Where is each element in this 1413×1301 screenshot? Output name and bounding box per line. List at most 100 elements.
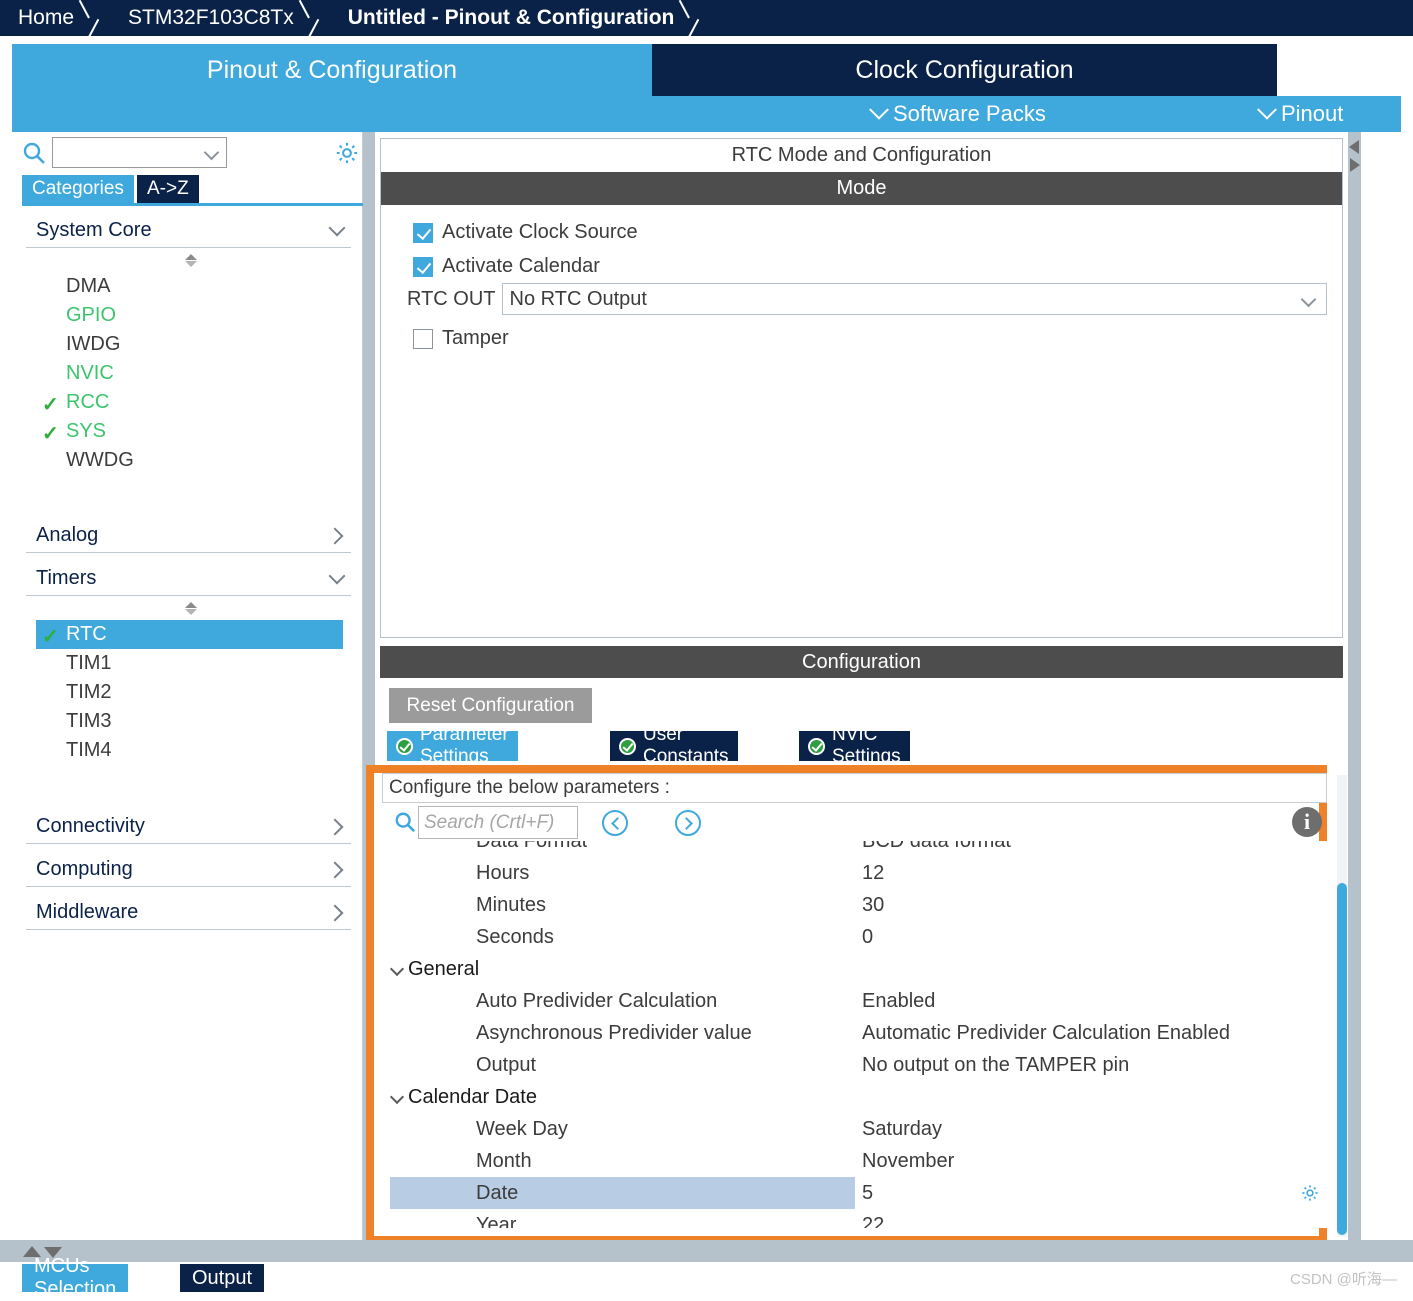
sidebar-tab-underline — [22, 203, 363, 206]
next-match-button[interactable] — [675, 810, 701, 836]
sidebar-group-system-core-label: System Core — [36, 219, 152, 241]
tab-pinout-configuration[interactable]: Pinout & Configuration — [12, 44, 652, 96]
tab-mcus-selection[interactable]: MCUs Selection — [22, 1255, 129, 1300]
sidebar-item-dma-label: DMA — [66, 275, 111, 297]
tab-output[interactable]: Output — [180, 1264, 265, 1292]
splitter-collapse-arrows[interactable] — [1348, 138, 1361, 186]
param-value: November — [862, 1149, 955, 1172]
param-value: Automatic Predivider Calculation Enabled — [862, 1021, 1230, 1044]
sidebar-item-tim3-label: TIM3 — [66, 710, 112, 732]
parameter-settings-highlight-box: Configure the below parameters : Search … — [366, 765, 1327, 1244]
parameter-scrollbar-thumb[interactable] — [1337, 883, 1347, 1235]
sidebar-group-timers[interactable]: Timers — [26, 562, 351, 596]
table-row[interactable]: Auto Predivider Calculation Enabled — [382, 985, 1327, 1017]
checkbox-activate-calendar[interactable]: Activate Calendar — [413, 255, 600, 278]
bottom-splitter-strip — [0, 1240, 1413, 1262]
table-row[interactable]: Asynchronous Predivider value Automatic … — [382, 1017, 1327, 1049]
sidebar-item-gpio[interactable]: GPIO — [36, 301, 343, 330]
parameter-search-input[interactable]: Search (Crtl+F) — [418, 806, 578, 839]
tab-parameter-settings[interactable]: Parameter Settings — [387, 724, 518, 767]
rtc-out-row: RTC OUT No RTC Output — [407, 283, 1327, 315]
checkbox-tamper[interactable]: Tamper — [413, 327, 509, 350]
param-value: Enabled — [862, 989, 936, 1012]
checkbox-activate-clock-source-label: Activate Clock Source — [442, 221, 638, 243]
tab-user-constants[interactable]: User Constants — [610, 724, 738, 767]
table-row[interactable]: Seconds 0 — [382, 921, 1327, 953]
sidebar-group-connectivity[interactable]: Connectivity — [26, 810, 351, 844]
tab-nvic-settings-label: NVIC Settings — [832, 724, 901, 767]
sidebar-group-middleware-label: Middleware — [36, 901, 139, 923]
breadcrumb-separator-icon — [304, 0, 330, 36]
sidebar-item-wwdg-label: WWDG — [66, 449, 134, 471]
sidebar-item-rtc[interactable]: ✓ RTC — [36, 620, 343, 649]
sidebar-tab-categories-label: Categories — [32, 178, 124, 199]
table-row[interactable]: Hours 12 — [382, 857, 1327, 889]
breadcrumb-label-home: Home — [18, 6, 75, 29]
sidebar-group-analog[interactable]: Analog — [26, 519, 351, 553]
param-name: Data Format — [476, 841, 587, 853]
sidebar-item-tim4[interactable]: TIM4 — [36, 736, 343, 765]
check-circle-icon — [619, 737, 636, 755]
menu-software-packs[interactable]: Software Packs — [869, 96, 1046, 132]
table-row[interactable]: Output No output on the TAMPER pin — [382, 1049, 1327, 1081]
table-row[interactable]: Month November — [382, 1145, 1327, 1177]
sidebar-group-computing[interactable]: Computing — [26, 853, 351, 887]
checkbox-activate-clock-source[interactable]: Activate Clock Source — [413, 221, 638, 244]
tab-clock-configuration-label: Clock Configuration — [855, 55, 1074, 84]
sidebar-item-sys-label: SYS — [66, 420, 107, 442]
breadcrumb-item-project[interactable]: Untitled - Pinout & Configuration — [330, 0, 685, 36]
param-name: Auto Predivider Calculation — [476, 989, 718, 1012]
reset-configuration-button[interactable]: Reset Configuration — [389, 688, 592, 723]
table-row[interactable]: Minutes 30 — [382, 889, 1327, 921]
sidebar-item-tim1[interactable]: TIM1 — [36, 649, 343, 678]
sidebar-tab-categories[interactable]: Categories — [22, 175, 134, 203]
sidebar-item-sys[interactable]: ✓ SYS — [36, 417, 343, 446]
tab-nvic-settings[interactable]: NVIC Settings — [799, 724, 910, 767]
sidebar-item-tim2-label: TIM2 — [66, 681, 112, 703]
rtc-out-select[interactable]: No RTC Output — [501, 283, 1327, 315]
menu-pinout[interactable]: Pinout — [1257, 96, 1343, 132]
chevron-right-icon — [326, 818, 344, 835]
info-icon[interactable]: i — [1292, 807, 1322, 837]
sidebar-search-combo[interactable] — [52, 137, 227, 168]
table-row[interactable]: Data Format BCD data format — [382, 841, 1327, 857]
sidebar-item-tim2[interactable]: TIM2 — [36, 678, 343, 707]
table-row[interactable]: Year 22 — [382, 1209, 1327, 1229]
previous-match-button[interactable] — [602, 810, 628, 836]
chevron-right-icon — [326, 861, 344, 878]
chevron-right-icon — [326, 527, 344, 544]
table-row[interactable]: Week Day Saturday — [382, 1113, 1327, 1145]
page-title: RTC Mode and Configuration — [731, 144, 992, 166]
sidebar-item-rcc[interactable]: ✓ RCC — [36, 388, 343, 417]
panel-splitter-right[interactable] — [1348, 132, 1361, 1240]
sidebar-item-dma[interactable]: DMA — [36, 272, 343, 301]
sidebar-item-iwdg[interactable]: IWDG — [36, 330, 343, 359]
breadcrumb-item-mcu[interactable]: STM32F103C8Tx — [110, 0, 304, 36]
secondary-menu-bar: Software Packs Pinout — [12, 96, 1401, 132]
sidebar-group-timers-label: Timers — [36, 567, 97, 589]
param-group-general[interactable]: General — [382, 953, 1327, 985]
table-row-selected[interactable]: Date 5 — [382, 1177, 1327, 1209]
param-group-calendar-date[interactable]: Calendar Date — [382, 1081, 1327, 1113]
sidebar-scroll-up-icon-timers[interactable] — [183, 602, 199, 616]
tab-output-label: Output — [192, 1266, 253, 1289]
sidebar-scroll-up-icon[interactable] — [183, 254, 199, 268]
tab-user-constants-label: User Constants — [643, 724, 729, 767]
menu-software-packs-label: Software Packs — [893, 101, 1046, 126]
sidebar-group-middleware[interactable]: Middleware — [26, 896, 351, 930]
param-name: Seconds — [476, 925, 554, 948]
param-value: Saturday — [862, 1117, 943, 1140]
sidebar-tab-az[interactable]: A->Z — [137, 175, 199, 203]
sidebar-item-tim1-label: TIM1 — [66, 652, 112, 674]
sidebar-item-wwdg[interactable]: WWDG — [36, 446, 343, 475]
sidebar-item-nvic[interactable]: NVIC — [36, 359, 343, 388]
param-value: 30 — [862, 893, 885, 916]
sidebar-group-system-core[interactable]: System Core — [26, 214, 351, 248]
sidebar-item-tim3[interactable]: TIM3 — [36, 707, 343, 736]
mode-card: RTC Mode and Configuration Mode Activate… — [380, 138, 1343, 638]
gear-icon[interactable] — [1300, 1183, 1320, 1209]
parameter-list: Data Format BCD data format Hours 12 Min… — [382, 841, 1327, 1228]
tab-clock-configuration[interactable]: Clock Configuration — [652, 44, 1277, 96]
gear-icon[interactable] — [334, 140, 360, 171]
breadcrumb-item-home[interactable]: Home — [0, 0, 84, 36]
